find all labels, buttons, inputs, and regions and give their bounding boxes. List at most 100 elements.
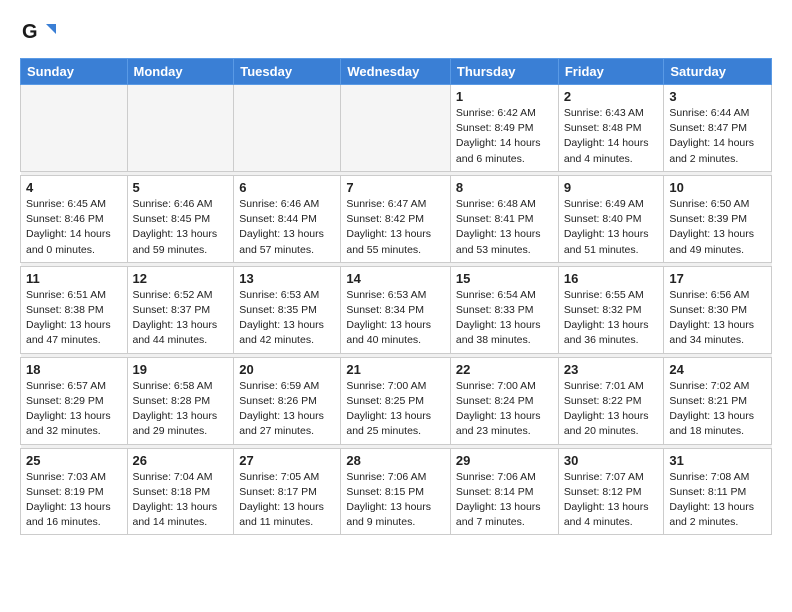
calendar-cell [341, 85, 451, 172]
cell-info: Sunrise: 7:08 AMSunset: 8:11 PMDaylight:… [669, 470, 766, 531]
cell-day-number: 21 [346, 362, 445, 377]
page: G SundayMondayTuesdayWednesdayThursdayFr… [0, 0, 792, 545]
cell-day-number: 18 [26, 362, 122, 377]
cell-info: Sunrise: 7:02 AMSunset: 8:21 PMDaylight:… [669, 379, 766, 440]
cell-info: Sunrise: 7:01 AMSunset: 8:22 PMDaylight:… [564, 379, 659, 440]
week-row-5: 25Sunrise: 7:03 AMSunset: 8:19 PMDayligh… [21, 448, 772, 535]
calendar-cell: 10 Sunrise: 6:50 AMSunset: 8:39 PMDayligh… [664, 175, 772, 262]
cell-info: Sunrise: 6:43 AMSunset: 8:48 PMDaylight:… [564, 106, 659, 167]
calendar-cell: 7Sunrise: 6:47 AMSunset: 8:42 PMDaylight… [341, 175, 451, 262]
cell-day-number: 27 [239, 453, 335, 468]
cell-info: Sunrise: 6:57 AMSunset: 8:29 PMDaylight:… [26, 379, 122, 440]
calendar-cell: 22 Sunrise: 7:00 AMSunset: 8:24 PMDayligh… [450, 357, 558, 444]
calendar-cell: 31 Sunrise: 7:08 AMSunset: 8:11 PMDayligh… [664, 448, 772, 535]
calendar-cell: 28 Sunrise: 7:06 AMSunset: 8:15 PMDayligh… [341, 448, 451, 535]
cell-info: Sunrise: 7:05 AMSunset: 8:17 PMDaylight:… [239, 470, 335, 531]
calendar-cell: 21 Sunrise: 7:00 AMSunset: 8:25 PMDayligh… [341, 357, 451, 444]
col-header-thursday: Thursday [450, 59, 558, 85]
cell-day-number: 6 [239, 180, 335, 195]
calendar-cell: 30 Sunrise: 7:07 AMSunset: 8:12 PMDayligh… [558, 448, 664, 535]
calendar-cell: 11 Sunrise: 6:51 AMSunset: 8:38 PMDayligh… [21, 266, 128, 353]
calendar-cell: 20Sunrise: 6:59 AMSunset: 8:26 PMDayligh… [234, 357, 341, 444]
svg-text:G: G [22, 21, 38, 43]
cell-day-number: 22 [456, 362, 553, 377]
cell-day-number: 20 [239, 362, 335, 377]
col-header-monday: Monday [127, 59, 234, 85]
calendar-cell [127, 85, 234, 172]
cell-info: Sunrise: 6:42 AMSunset: 8:49 PMDaylight:… [456, 106, 553, 167]
cell-info: Sunrise: 7:00 AMSunset: 8:25 PMDaylight:… [346, 379, 445, 440]
cell-info: Sunrise: 6:48 AMSunset: 8:41 PMDaylight:… [456, 197, 553, 258]
cell-info: Sunrise: 7:07 AMSunset: 8:12 PMDaylight:… [564, 470, 659, 531]
cell-day-number: 17 [669, 271, 766, 286]
cell-info: Sunrise: 6:53 AMSunset: 8:34 PMDaylight:… [346, 288, 445, 349]
cell-day-number: 30 [564, 453, 659, 468]
header: G [20, 16, 772, 52]
logo-icon: G [20, 16, 56, 52]
week-row-4: 18 Sunrise: 6:57 AMSunset: 8:29 PMDayligh… [21, 357, 772, 444]
cell-day-number: 5 [133, 180, 229, 195]
calendar-cell: 9 Sunrise: 6:49 AMSunset: 8:40 PMDaylight… [558, 175, 664, 262]
calendar-cell: 13 Sunrise: 6:53 AMSunset: 8:35 PMDayligh… [234, 266, 341, 353]
cell-info: Sunrise: 6:49 AMSunset: 8:40 PMDaylight:… [564, 197, 659, 258]
calendar-cell: 5Sunrise: 6:46 AMSunset: 8:45 PMDaylight… [127, 175, 234, 262]
calendar-cell [21, 85, 128, 172]
cell-info: Sunrise: 6:58 AMSunset: 8:28 PMDaylight:… [133, 379, 229, 440]
cell-day-number: 29 [456, 453, 553, 468]
cell-day-number: 15 [456, 271, 553, 286]
cell-day-number: 12 [133, 271, 229, 286]
cell-day-number: 4 [26, 180, 122, 195]
cell-info: Sunrise: 6:51 AMSunset: 8:38 PMDaylight:… [26, 288, 122, 349]
cell-info: Sunrise: 6:50 AMSunset: 8:39 PMDaylight:… [669, 197, 766, 258]
cell-day-number: 9 [564, 180, 659, 195]
col-header-wednesday: Wednesday [341, 59, 451, 85]
week-row-1: 1Sunrise: 6:42 AMSunset: 8:49 PMDaylight… [21, 85, 772, 172]
cell-day-number: 26 [133, 453, 229, 468]
calendar-cell: 12 Sunrise: 6:52 AMSunset: 8:37 PMDayligh… [127, 266, 234, 353]
col-header-sunday: Sunday [21, 59, 128, 85]
calendar-cell: 4Sunrise: 6:45 AMSunset: 8:46 PMDaylight… [21, 175, 128, 262]
cell-info: Sunrise: 6:52 AMSunset: 8:37 PMDaylight:… [133, 288, 229, 349]
week-row-2: 4Sunrise: 6:45 AMSunset: 8:46 PMDaylight… [21, 175, 772, 262]
calendar-cell: 17Sunrise: 6:56 AMSunset: 8:30 PMDayligh… [664, 266, 772, 353]
cell-info: Sunrise: 7:06 AMSunset: 8:15 PMDaylight:… [346, 470, 445, 531]
cell-day-number: 28 [346, 453, 445, 468]
cell-info: Sunrise: 6:44 AMSunset: 8:47 PMDaylight:… [669, 106, 766, 167]
cell-info: Sunrise: 6:46 AMSunset: 8:44 PMDaylight:… [239, 197, 335, 258]
cell-day-number: 3 [669, 89, 766, 104]
cell-info: Sunrise: 7:04 AMSunset: 8:18 PMDaylight:… [133, 470, 229, 531]
calendar-cell: 19 Sunrise: 6:58 AMSunset: 8:28 PMDayligh… [127, 357, 234, 444]
calendar-cell: 1Sunrise: 6:42 AMSunset: 8:49 PMDaylight… [450, 85, 558, 172]
week-row-3: 11 Sunrise: 6:51 AMSunset: 8:38 PMDayligh… [21, 266, 772, 353]
logo: G [20, 16, 60, 52]
cell-info: Sunrise: 6:53 AMSunset: 8:35 PMDaylight:… [239, 288, 335, 349]
calendar-cell: 29 Sunrise: 7:06 AMSunset: 8:14 PMDayligh… [450, 448, 558, 535]
cell-day-number: 23 [564, 362, 659, 377]
calendar-cell: 24 Sunrise: 7:02 AMSunset: 8:21 PMDayligh… [664, 357, 772, 444]
calendar-cell: 26 Sunrise: 7:04 AMSunset: 8:18 PMDayligh… [127, 448, 234, 535]
cell-info: Sunrise: 7:03 AMSunset: 8:19 PMDaylight:… [26, 470, 122, 531]
calendar-cell: 23 Sunrise: 7:01 AMSunset: 8:22 PMDayligh… [558, 357, 664, 444]
calendar-cell: 8 Sunrise: 6:48 AMSunset: 8:41 PMDaylight… [450, 175, 558, 262]
calendar-cell: 18 Sunrise: 6:57 AMSunset: 8:29 PMDayligh… [21, 357, 128, 444]
cell-day-number: 16 [564, 271, 659, 286]
cell-day-number: 31 [669, 453, 766, 468]
cell-day-number: 8 [456, 180, 553, 195]
cell-day-number: 24 [669, 362, 766, 377]
cell-info: Sunrise: 7:00 AMSunset: 8:24 PMDaylight:… [456, 379, 553, 440]
calendar-cell: 25Sunrise: 7:03 AMSunset: 8:19 PMDayligh… [21, 448, 128, 535]
cell-info: Sunrise: 6:54 AMSunset: 8:33 PMDaylight:… [456, 288, 553, 349]
calendar-cell: 15 Sunrise: 6:54 AMSunset: 8:33 PMDayligh… [450, 266, 558, 353]
calendar-cell [234, 85, 341, 172]
cell-day-number: 13 [239, 271, 335, 286]
cell-day-number: 7 [346, 180, 445, 195]
cell-info: Sunrise: 7:06 AMSunset: 8:14 PMDaylight:… [456, 470, 553, 531]
col-header-saturday: Saturday [664, 59, 772, 85]
cell-day-number: 10 [669, 180, 766, 195]
cell-day-number: 19 [133, 362, 229, 377]
cell-day-number: 11 [26, 271, 122, 286]
calendar-cell: 27 Sunrise: 7:05 AMSunset: 8:17 PMDayligh… [234, 448, 341, 535]
calendar-cell: 6 Sunrise: 6:46 AMSunset: 8:44 PMDaylight… [234, 175, 341, 262]
calendar-cell: 2Sunrise: 6:43 AMSunset: 8:48 PMDaylight… [558, 85, 664, 172]
cell-day-number: 14 [346, 271, 445, 286]
